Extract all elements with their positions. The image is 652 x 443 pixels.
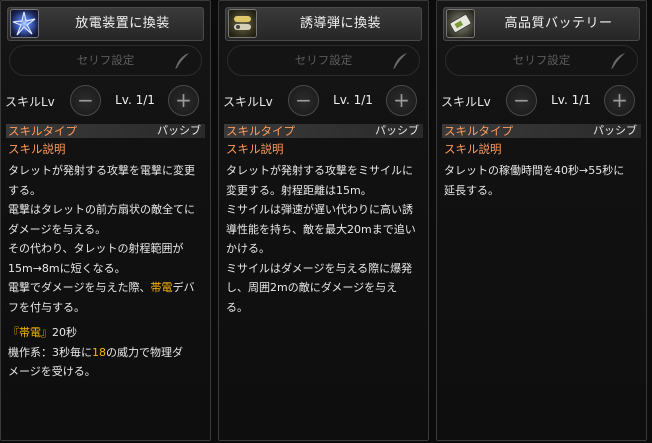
skill-description: タレットが発射する攻撃を電撃に変更 する。 電撃はタレットの前方扇状の敵全てに … <box>8 161 200 382</box>
skill-type-value: パッシブ <box>157 124 201 137</box>
description-line: 変更する。射程距離は15m。 <box>226 183 372 197</box>
quill-icon[interactable] <box>609 52 627 70</box>
description-line: 機作系：3秒毎に18の威力で物理ダ <box>8 343 200 363</box>
electric-discharge-icon <box>10 9 39 38</box>
quill-icon[interactable] <box>391 52 409 70</box>
description-line: 導性能を持ち、敵を最大20mまで追い <box>226 222 416 236</box>
battery-icon <box>446 9 475 38</box>
level-decrease-button[interactable]: − <box>288 85 319 116</box>
skill-level-label: スキルLv <box>441 95 491 109</box>
skill-type-label: スキルタイプ <box>444 124 513 138</box>
electrified-debuff-name: 『帯電』 <box>8 326 52 339</box>
description-text: デバ <box>172 281 195 294</box>
description-line: る。 <box>226 300 248 314</box>
description-line: フを付与する。 <box>8 300 85 314</box>
skill-header: 高品質バッテリー <box>443 7 640 41</box>
skill-description-label: スキル説明 <box>226 142 284 156</box>
level-decrease-button[interactable]: − <box>70 85 101 116</box>
skill-description: タレットが発射する攻撃をミサイルに 変更する。射程距離は15m。 ミサイルは弾速… <box>226 161 418 317</box>
electrified-debuff-keyword: 帯電 <box>150 281 173 294</box>
description-line: タレットが発射する攻撃をミサイルに <box>226 164 413 177</box>
skill-level-label: スキルLv <box>5 95 55 109</box>
serif-setting-field[interactable]: セリフ設定 <box>227 45 420 76</box>
level-increase-button[interactable]: + <box>604 85 635 116</box>
skill-header: 放電装置に換装 <box>7 7 204 41</box>
skill-type-row: スキルタイプ パッシブ <box>6 124 205 138</box>
description-line: 電撃でダメージを与えた際、帯電デバ <box>8 278 200 298</box>
description-line: かける。 <box>226 242 270 255</box>
skill-panel-battery: 高品質バッテリー セリフ設定 スキルLv − Lv. 1/1 + スキルタイプ … <box>436 0 647 441</box>
description-line: その代わり、タレットの射程範囲が <box>8 242 184 255</box>
description-line: タレットが発射する攻撃を電撃に変更 <box>8 164 195 177</box>
skill-type-row: スキルタイプ パッシブ <box>224 124 423 138</box>
skill-type-value: パッシブ <box>593 124 637 137</box>
skill-type-row: スキルタイプ パッシブ <box>442 124 641 138</box>
skill-level-value: Lv. 1/1 <box>115 93 155 107</box>
skill-level-value: Lv. 1/1 <box>551 93 591 107</box>
description-line: ダメージを与える。 <box>8 222 107 236</box>
skill-header: 誘導弾に換装 <box>225 7 422 41</box>
description-line: ミサイルはダメージを与える際に爆発 <box>226 261 413 275</box>
quill-icon[interactable] <box>173 52 191 70</box>
debuff-duration: 20秒 <box>52 326 77 339</box>
skill-level-value: Lv. 1/1 <box>333 93 373 107</box>
skill-panel-missile: 誘導弾に換装 セリフ設定 スキルLv − Lv. 1/1 + スキルタイプ パッ… <box>218 0 429 441</box>
description-text: 電撃でダメージを与えた際、 <box>8 281 151 294</box>
skill-description-label: スキル説明 <box>8 142 66 156</box>
skill-description-label: スキル説明 <box>444 142 502 156</box>
skill-title: 誘導弾に換装 <box>299 16 381 31</box>
serif-setting-field[interactable]: セリフ設定 <box>9 45 202 76</box>
level-increase-button[interactable]: + <box>168 85 199 116</box>
description-line: ミサイルは弾速が遅い代わりに高い誘 <box>226 203 413 216</box>
serif-setting-field[interactable]: セリフ設定 <box>445 45 638 76</box>
skill-level-row: スキルLv − Lv. 1/1 + <box>5 85 206 117</box>
skill-description: タレットの稼働時間を40秒→55秒に 延長する。 <box>444 161 636 200</box>
damage-power-value: 18 <box>92 345 106 359</box>
description-line: タレットの稼働時間を40秒→55秒に <box>444 164 625 177</box>
skill-level-row: スキルLv − Lv. 1/1 + <box>441 85 642 117</box>
skill-panel-electric: 放電装置に換装 セリフ設定 スキルLv − Lv. 1/1 + スキルタイプ パ… <box>0 0 211 441</box>
description-line: 電撃はタレットの前方扇状の敵全てに <box>8 203 195 216</box>
description-line: メージを受ける。 <box>8 365 96 378</box>
description-line: 15m→8mに短くなる。 <box>8 261 126 275</box>
skill-type-label: スキルタイプ <box>8 124 77 138</box>
level-decrease-button[interactable]: − <box>506 85 537 116</box>
skill-level-label: スキルLv <box>223 95 273 109</box>
skill-title: 放電装置に換装 <box>75 16 170 31</box>
description-line: 『帯電』20秒 <box>8 323 200 343</box>
description-line: 延長する。 <box>444 183 499 197</box>
description-line: し、周囲2mの敵にダメージを与え <box>226 281 398 294</box>
description-text: の威力で物理ダ <box>106 345 183 359</box>
homing-missile-icon <box>228 9 257 38</box>
level-increase-button[interactable]: + <box>386 85 417 116</box>
skill-type-label: スキルタイプ <box>226 124 295 138</box>
skill-type-value: パッシブ <box>375 124 419 137</box>
description-line: する。 <box>8 183 41 197</box>
skill-level-row: スキルLv − Lv. 1/1 + <box>223 85 424 117</box>
description-text: 機作系：3秒毎に <box>8 345 92 359</box>
skill-title: 高品質バッテリー <box>504 16 613 31</box>
